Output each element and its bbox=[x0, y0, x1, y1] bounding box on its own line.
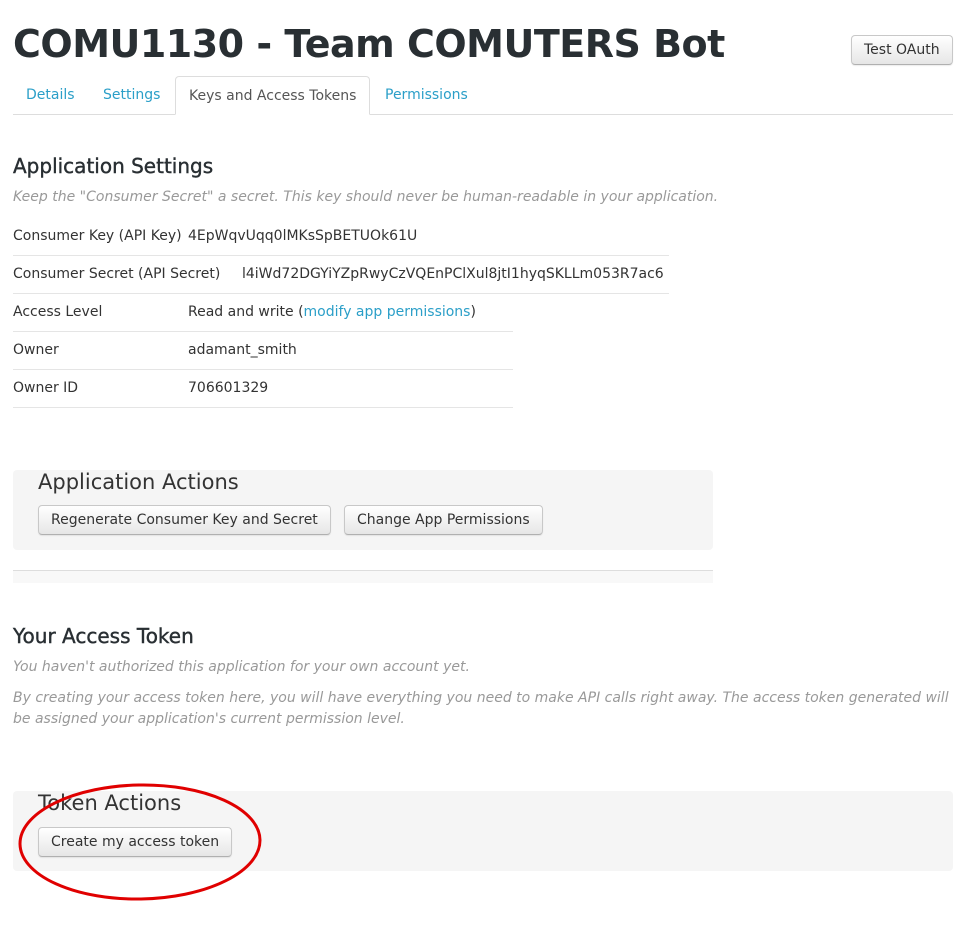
change-app-permissions-button[interactable]: Change App Permissions bbox=[344, 505, 543, 535]
application-actions-title: Application Actions bbox=[38, 470, 239, 494]
tab-bar: Details Settings Keys and Access Tokens … bbox=[13, 76, 953, 115]
page-title: COMU1130 - Team COMUTERS Bot bbox=[13, 22, 725, 66]
consumer-key-label: Consumer Key (API Key) bbox=[13, 228, 182, 244]
access-level-value: Read and write (modify app permissions) bbox=[188, 294, 476, 331]
settings-row-access-level: Access Level Read and write (modify app … bbox=[13, 294, 513, 332]
consumer-secret-value: l4iWd72DGYiYZpRwyCzVQEnPClXul8jtI1hyqSKL… bbox=[242, 266, 664, 282]
modify-app-permissions-link[interactable]: modify app permissions bbox=[304, 304, 471, 320]
settings-row-owner-id: Owner ID 706601329 bbox=[13, 370, 513, 408]
tab-settings[interactable]: Settings bbox=[90, 76, 173, 114]
settings-row-consumer-secret: Consumer Secret (API Secret) l4iWd72DGYi… bbox=[13, 256, 669, 294]
access-token-explanation: By creating your access token here, you … bbox=[13, 690, 949, 727]
owner-id-label: Owner ID bbox=[13, 380, 79, 396]
tab-keys-and-access-tokens[interactable]: Keys and Access Tokens bbox=[175, 76, 371, 115]
application-actions-panel: Application Actions Regenerate Consumer … bbox=[13, 470, 713, 550]
access-level-label: Access Level bbox=[13, 304, 103, 320]
consumer-secret-label: Consumer Secret (API Secret) bbox=[13, 266, 221, 282]
section-divider bbox=[13, 570, 713, 583]
owner-id-value: 706601329 bbox=[188, 380, 269, 396]
your-access-token-heading: Your Access Token bbox=[13, 624, 194, 648]
regenerate-keys-button[interactable]: Regenerate Consumer Key and Secret bbox=[38, 505, 331, 535]
tab-permissions[interactable]: Permissions bbox=[372, 76, 481, 114]
consumer-secret-note: Keep the "Consumer Secret" a secret. Thi… bbox=[13, 189, 719, 205]
settings-row-owner: Owner adamant_smith bbox=[13, 332, 513, 370]
owner-value: adamant_smith bbox=[188, 342, 297, 358]
test-oauth-button[interactable]: Test OAuth bbox=[851, 35, 953, 65]
settings-row-consumer-key: Consumer Key (API Key) 4EpWqvUqq0lMKsSpB… bbox=[13, 218, 669, 256]
consumer-key-value: 4EpWqvUqq0lMKsSpBETUOk61U bbox=[188, 228, 418, 244]
access-level-text: Read and write ( bbox=[188, 304, 304, 320]
create-access-token-button[interactable]: Create my access token bbox=[38, 827, 233, 857]
token-actions-panel: Token Actions Create my access token bbox=[13, 791, 953, 871]
token-actions-title: Token Actions bbox=[38, 791, 182, 815]
application-settings-heading: Application Settings bbox=[13, 154, 214, 178]
tab-details[interactable]: Details bbox=[13, 76, 88, 114]
not-authorized-note: You haven't authorized this application … bbox=[13, 659, 470, 675]
owner-label: Owner bbox=[13, 342, 59, 358]
access-level-suffix: ) bbox=[470, 304, 476, 320]
